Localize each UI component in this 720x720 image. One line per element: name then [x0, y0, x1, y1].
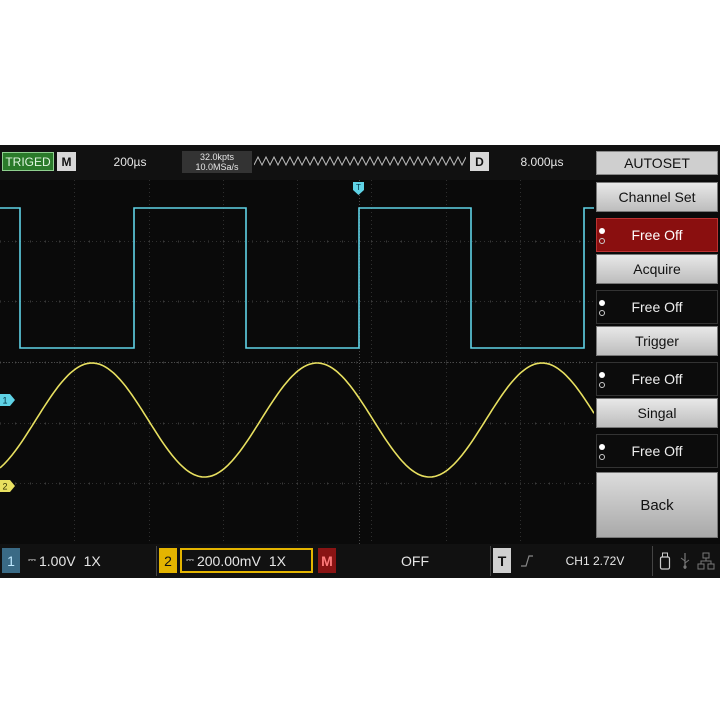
- menu-option-label: Free Off: [631, 227, 683, 243]
- oscilloscope-screen: TRIGED M 200µs 32.0kpts 10.0MSa/s D 8.00…: [0, 145, 720, 578]
- radio-on-icon: [599, 300, 605, 306]
- usb-storage-icon: [656, 548, 674, 573]
- delay-badge: D: [470, 152, 489, 171]
- ch2-button[interactable]: 2: [159, 548, 177, 573]
- radio-on-icon: [599, 444, 605, 450]
- dc-coupling-icon: ⎓: [186, 555, 194, 566]
- menu-singal-option[interactable]: Free Off: [596, 434, 718, 468]
- trigger-button[interactable]: T: [493, 548, 511, 573]
- rising-edge-icon: [516, 548, 538, 573]
- menu-option-label: Free Off: [631, 299, 683, 315]
- radio-off-icon: [599, 238, 605, 244]
- network-icon: [696, 548, 716, 573]
- ch2-volts-div: 200.00mV: [196, 552, 261, 569]
- main-timebase-badge: M: [57, 152, 76, 171]
- dc-coupling-icon: ⎓: [28, 555, 36, 566]
- menu-acquire[interactable]: Acquire: [596, 254, 718, 284]
- memory-info: 32.0kpts 10.0MSa/s: [182, 151, 252, 173]
- menu-trigger-option[interactable]: Free Off: [596, 362, 718, 396]
- graticule-grid: [0, 180, 595, 544]
- menu-trigger[interactable]: Trigger: [596, 326, 718, 356]
- menu-acquire-option[interactable]: Free Off: [596, 290, 718, 324]
- ch1-level-marker[interactable]: 1: [0, 394, 15, 406]
- autoset-button[interactable]: AUTOSET: [596, 151, 718, 175]
- menu-option-label: Free Off: [631, 443, 683, 459]
- ch1-scale-readout[interactable]: ⎓ 1.00V 1X: [22, 548, 152, 573]
- radio-off-icon: [599, 310, 605, 316]
- menu-channel-set[interactable]: Channel Set: [596, 182, 718, 212]
- memory-depth: 32.0kpts: [199, 152, 235, 162]
- svg-text:T: T: [356, 183, 361, 192]
- radio-off-icon: [599, 382, 605, 388]
- svg-text:2: 2: [2, 482, 7, 492]
- trigger-status-badge: TRIGED: [2, 152, 54, 171]
- trigger-level-readout: CH1 2.72V: [565, 553, 625, 568]
- svg-text:1: 1: [2, 396, 7, 406]
- ch2-scale-readout[interactable]: ⎓ 200.00mV 1X: [180, 548, 313, 573]
- math-status: OFF: [401, 552, 429, 569]
- top-status-bar: TRIGED M 200µs 32.0kpts 10.0MSa/s D 8.00…: [0, 145, 720, 180]
- back-button[interactable]: Back: [596, 472, 718, 538]
- ch1-probe: 1X: [83, 552, 101, 569]
- trigger-delay-value[interactable]: 8.000µs: [492, 152, 592, 171]
- trigger-position-marker[interactable]: T: [353, 182, 364, 195]
- radio-on-icon: [599, 228, 605, 234]
- ch1-button[interactable]: 1: [2, 548, 20, 573]
- menu-channel-set-option[interactable]: Free Off: [596, 218, 718, 252]
- timebase-value[interactable]: 200µs: [80, 152, 180, 171]
- bottom-status-bar: 1 ⎓ 1.00V 1X 2 ⎓ 200.00mV 1X M OFF T CH1…: [0, 544, 720, 578]
- ch1-volts-div: 1.00V: [38, 552, 76, 569]
- ch2-level-marker[interactable]: 2: [0, 480, 15, 492]
- menu-option-label: Free Off: [631, 371, 683, 387]
- waveform-display[interactable]: T 1 2: [0, 180, 595, 544]
- ch2-probe: 1X: [268, 552, 286, 569]
- memory-overview-icon: [254, 153, 466, 169]
- math-button[interactable]: M: [318, 548, 336, 573]
- radio-off-icon: [599, 454, 605, 460]
- radio-on-icon: [599, 372, 605, 378]
- usb-icon: [676, 548, 694, 573]
- menu-singal[interactable]: Singal: [596, 398, 718, 428]
- sample-rate: 10.0MSa/s: [195, 162, 239, 172]
